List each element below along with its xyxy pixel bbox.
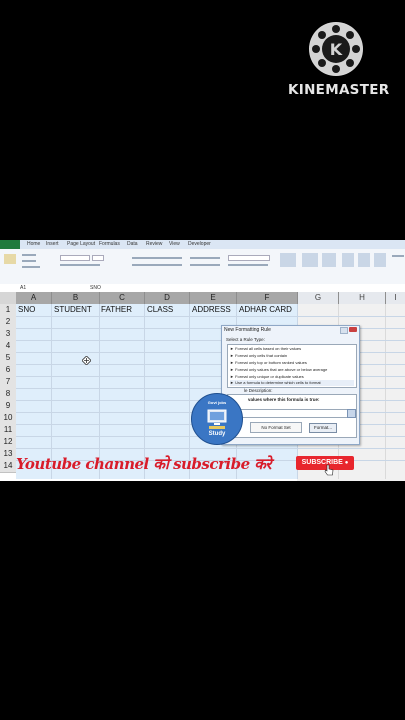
formula-input[interactable]: SNO	[90, 285, 101, 291]
dialog-title: New Formatting Rule	[224, 327, 271, 333]
cut-button[interactable]	[22, 254, 36, 256]
new-formatting-rule-dialog: New Formatting Rule Select a Rule Type: …	[221, 325, 360, 445]
font-name-select[interactable]	[60, 255, 90, 261]
cell-cursor-icon	[82, 356, 91, 365]
column-header-e[interactable]: E	[190, 292, 237, 304]
formula-label: values where this formula is true:	[248, 397, 320, 402]
column-header-a[interactable]: A	[16, 292, 52, 304]
pointer-hand-icon	[324, 464, 334, 476]
font-style-buttons[interactable]	[60, 264, 100, 266]
column-header-b[interactable]: B	[52, 292, 100, 304]
rule-type-label: Select a Rule Type:	[226, 337, 265, 342]
file-tab[interactable]	[0, 240, 20, 249]
format-as-table-icon[interactable]	[302, 253, 318, 267]
channel-logo-bottom-text: Study	[208, 431, 226, 437]
column-header-c[interactable]: C	[100, 292, 145, 304]
cell-f1[interactable]: ADHAR CARD	[239, 305, 292, 314]
number-format-select[interactable]	[228, 255, 270, 261]
tab-home[interactable]: Home	[27, 241, 40, 247]
format-painter-button[interactable]	[22, 266, 40, 268]
bell-icon: ●	[344, 460, 349, 466]
select-all-corner[interactable]	[0, 292, 17, 304]
tab-data[interactable]: Data	[127, 241, 138, 247]
description-label: le Description:	[244, 388, 273, 393]
copy-button[interactable]	[22, 260, 36, 262]
subscribe-banner: Youtube channel को subscribe करे	[16, 454, 292, 481]
cell-styles-icon[interactable]	[322, 253, 336, 267]
tab-formulas[interactable]: Formulas	[99, 241, 120, 247]
rule-description-panel: values where this formula is true: No Fo…	[227, 394, 357, 438]
column-header-f[interactable]: F	[237, 292, 298, 304]
column-header-d[interactable]: D	[145, 292, 190, 304]
computer-icon	[207, 409, 227, 429]
tab-view[interactable]: View	[169, 241, 180, 247]
cell-c1[interactable]: FATHER	[101, 305, 132, 314]
insert-cells-icon[interactable]	[342, 253, 354, 267]
rule-type-item[interactable]: ► Format only cells that contain	[230, 353, 354, 359]
alignment-buttons-row2[interactable]	[132, 264, 182, 266]
rule-type-item[interactable]: ► Format only top or bottom ranked value…	[230, 360, 354, 366]
row-header-14[interactable]: 14	[0, 460, 16, 473]
rule-type-list: ► Format all cells based on their values…	[227, 344, 357, 388]
cell-a1[interactable]: SNO	[18, 305, 35, 314]
format-cells-icon[interactable]	[374, 253, 386, 267]
conditional-formatting-icon[interactable]	[280, 253, 296, 267]
paste-icon[interactable]	[4, 254, 16, 264]
alignment-buttons[interactable]	[132, 257, 182, 259]
kinemaster-watermark-text: KINEMASTER	[288, 82, 390, 98]
tab-developer[interactable]: Developer	[188, 241, 211, 247]
autosum-button[interactable]	[392, 255, 404, 257]
kinemaster-logo-letter: K	[330, 40, 343, 59]
kinemaster-logo-icon: K	[309, 22, 363, 76]
rule-type-item[interactable]: ► Format all cells based on their values	[230, 346, 354, 352]
close-button[interactable]	[349, 327, 357, 332]
tab-insert[interactable]: Insert	[46, 241, 59, 247]
column-header-g[interactable]: G	[298, 292, 339, 304]
format-button[interactable]: Format...	[309, 423, 337, 433]
channel-logo: Govt jobs Study	[191, 393, 243, 445]
column-header-h[interactable]: H	[339, 292, 386, 304]
cell-d1[interactable]: CLASS	[147, 305, 173, 314]
tab-page-layout[interactable]: Page Layout	[67, 241, 95, 247]
subscribe-button-label: SUBSCRIBE	[301, 459, 343, 466]
cell-b1[interactable]: STUDENT	[54, 305, 92, 314]
tab-review[interactable]: Review	[146, 241, 162, 247]
formula-field[interactable]	[230, 409, 348, 418]
banner-text: Youtube channel को subscribe करे	[16, 455, 272, 473]
format-preview: No Format Set	[250, 422, 302, 433]
ribbon	[0, 249, 405, 285]
channel-logo-top-text: Govt jobs	[207, 400, 227, 405]
rule-type-item-selected[interactable]: ► Use a formula to determine which cells…	[230, 380, 354, 386]
delete-cells-icon[interactable]	[358, 253, 370, 267]
help-button[interactable]	[340, 327, 348, 334]
font-size-select[interactable]	[92, 255, 104, 261]
wrap-text-button[interactable]	[190, 257, 220, 259]
merge-center-button[interactable]	[190, 264, 220, 266]
number-buttons[interactable]	[228, 264, 268, 266]
range-picker-icon[interactable]	[347, 409, 356, 418]
cell-e1[interactable]: ADDRESS	[192, 305, 231, 314]
rule-type-item[interactable]: ► Format only values that are above or b…	[230, 367, 354, 373]
name-box[interactable]: A1	[20, 285, 26, 291]
column-header-i[interactable]: I	[386, 292, 405, 304]
